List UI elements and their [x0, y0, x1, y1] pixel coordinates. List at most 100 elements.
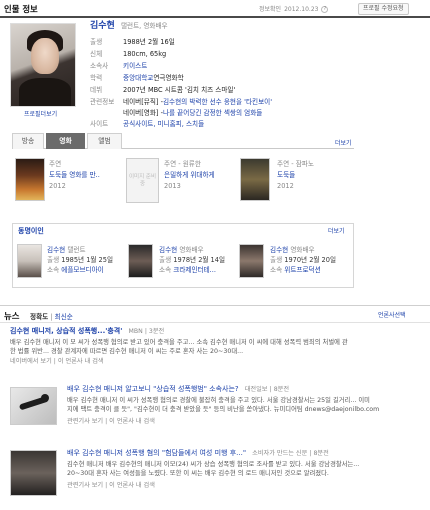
film-title[interactable]: 은밀하게 위대하게 — [164, 171, 242, 179]
related-link[interactable]: 나를 끝어당긴 감정한 섹쌍의 엄화들 — [163, 109, 262, 120]
news-source[interactable]: 소비자가 만드는 신문 — [252, 450, 307, 457]
news-source[interactable]: 대전일보 — [245, 386, 268, 393]
silhouette-head — [41, 394, 49, 402]
news-headline[interactable]: 배우 김수현 매니저 알고보니 "상습적 성폭행범" 소속사는? — [67, 385, 239, 393]
info-label: 소속사 — [90, 62, 109, 70]
person-card: 김수현 영화배우 출생 1970년 2월 20일 소속 위트프로덕션 — [270, 246, 336, 276]
person-birth-label: 출생 — [159, 255, 172, 264]
person-name[interactable]: 김수현 — [270, 246, 288, 254]
film-poster-placeholder[interactable]: 이미지 준비중 — [126, 158, 159, 203]
news-item: 김수현 매니저, 상습적 성폭행...'충격' MBN | 3분전 배우 김수현… — [10, 327, 428, 365]
person-birth: 1970년 2월 20일 — [284, 255, 337, 264]
related-link[interactable]: 김수현의 박력한 선수 웅현을 '타킨보이' — [163, 98, 272, 109]
profile-photo[interactable] — [10, 23, 76, 107]
person-agency-label: 소속 — [47, 265, 60, 274]
sort-latest[interactable]: 최신순 — [55, 313, 73, 321]
section-title-person-info: 인물 정보 — [4, 4, 38, 14]
film-item: 주연 - 잠파노 도둑들 2012 — [277, 160, 347, 191]
school-link[interactable]: 중앙대학교 — [123, 74, 153, 85]
news-headline[interactable]: 김수현 매니저, 상습적 성폭행...'충격' — [10, 327, 122, 335]
news-source[interactable]: MBN — [129, 328, 143, 335]
film-poster[interactable] — [240, 158, 270, 201]
info-row-agency: 소속사 키이스트 — [90, 62, 147, 73]
profile-name[interactable]: 김수현 — [90, 21, 115, 31]
search-in-press-link[interactable]: 이 언론사 내 검색 — [58, 358, 104, 365]
person-agency[interactable]: 크라제인터테... — [173, 266, 216, 274]
news-header-divider — [0, 322, 430, 323]
profile-job: 탤런트, 영화배우 — [120, 22, 168, 30]
info-row-site: 사이트 공식사이트, 미니홈피, 스치들 — [90, 120, 204, 131]
news-top-divider — [0, 305, 430, 306]
person-name[interactable]: 김수현 — [159, 246, 177, 254]
search-in-press-link[interactable]: 이 언론사 내 검색 — [109, 418, 155, 425]
news-snippet-line: 김수현 매니저 배우 김수현의 매니저 이모(24) 씨가 상습 성폭행 혐의로… — [67, 460, 360, 468]
info-label: 신체 — [90, 50, 103, 58]
info-row-body: 신체 180cm, 65kg — [90, 50, 166, 61]
film-year: 2012 — [49, 182, 66, 191]
info-value: 1988년 2월 16일 — [123, 38, 175, 46]
news-headline[interactable]: 배우 김수현 매니저 성폭행 혐의 "험담들에서 여성 미행 후..." — [67, 449, 246, 457]
film-year: 2012 — [277, 182, 294, 191]
film-role: 주연 - 원류한 — [164, 160, 201, 168]
news-time: 3분전 — [148, 328, 165, 335]
press-select-link[interactable]: 언론사선택 — [378, 312, 406, 320]
person-agency-label: 소속 — [159, 265, 172, 274]
news-snippet-line: 배우 김수현 매니저 이 모 씨가 성폭행 혐의로 받고 있어 충격을 주고..… — [10, 338, 348, 346]
same-name-more-link[interactable]: 더보기 — [328, 228, 345, 236]
same-name-title: 동명이인 — [18, 227, 44, 235]
film-item: 주연 - 원류한 은밀하게 위대하게 2013 — [164, 160, 242, 191]
related-articles-link[interactable]: 관련기사 보기 — [67, 482, 103, 489]
profile-more-link[interactable]: 프로필더보기 — [24, 111, 57, 119]
tabs-more-link[interactable]: 더보기 — [335, 140, 352, 148]
person-agency[interactable]: 에플모브디아이 — [61, 266, 103, 274]
face-shape — [31, 38, 59, 74]
person-thumb[interactable] — [128, 244, 153, 278]
news-snippet-line: 한 법률 위반... 경찰 관계자에 따르면 김수현 매니저 이 씨는 주로 혼… — [10, 348, 244, 356]
person-thumb[interactable] — [17, 244, 42, 278]
person-thumb[interactable] — [239, 244, 264, 278]
help-icon[interactable]: ? — [321, 6, 329, 14]
related-prefix: 네이버[영화] - — [123, 109, 163, 117]
profile-name-line: 김수현 탤런트, 영화배우 — [90, 21, 168, 32]
person-card: 김수현 탤런트 출생 1985년 1월 25일 소속 에플모브디아이 — [47, 246, 113, 276]
film-title[interactable]: 도둑들 영화를 만.. — [49, 171, 119, 179]
news-item: 배우 김수현 매니저 알고보니 "상습적 성폭행범" 소속사는? 대전일보 | … — [67, 385, 427, 425]
person-agency-label: 소속 — [270, 265, 283, 274]
tab-movie[interactable]: 영화 — [46, 133, 85, 149]
person-job: 영화배우 — [290, 246, 315, 254]
info-value: 180cm, 65kg — [123, 50, 167, 58]
film-title[interactable]: 도둑들 — [277, 171, 347, 179]
info-value: 2007년 MBC 시트콤 '김치 치즈 스마일' — [123, 86, 236, 94]
news-time: 8분전 — [273, 386, 290, 393]
person-job: 탤런트 — [67, 246, 86, 254]
info-row-related-1: 관련정보 네이버[뮤직] - 김수현의 박력한 선수 웅현을 '타킨보이' — [90, 98, 272, 109]
media-tabbar: 방송 영화 앨범 — [12, 133, 354, 149]
news-title: 뉴스 — [4, 311, 20, 321]
info-label: 데뷔 — [90, 86, 103, 94]
news-thumbnail[interactable] — [10, 387, 57, 425]
info-row-education: 학력 중앙대학교 연극영화학 — [90, 74, 184, 85]
sort-accuracy[interactable]: 정확도 — [30, 313, 48, 321]
person-agency[interactable]: 위트프로덕션 — [284, 266, 320, 274]
film-poster[interactable] — [15, 158, 45, 201]
search-in-press-link[interactable]: 이 언론사 내 검색 — [109, 482, 155, 489]
related-articles-link[interactable]: 관련기사 보기 — [67, 418, 103, 425]
tab-broadcast[interactable]: 방송 — [12, 133, 44, 149]
info-label: 사이트 — [90, 120, 109, 128]
person-birth: 1985년 1월 25일 — [61, 255, 114, 264]
info-check-label: 정보확인 — [259, 6, 282, 13]
person-card: 김수현 영화배우 출생 1978년 2월 14일 소속 크라제인터테... — [159, 246, 225, 276]
tab-album[interactable]: 앨범 — [87, 133, 122, 149]
person-birth: 1978년 2월 14일 — [173, 255, 226, 264]
site-links[interactable]: 공식사이트, 미니홈피, 스치들 — [123, 120, 204, 131]
profile-edit-request-button[interactable]: 프로필 수정요청 — [358, 3, 409, 15]
news-thumbnail[interactable] — [10, 450, 57, 496]
header-divider — [0, 16, 430, 18]
film-role: 주연 — [49, 160, 62, 168]
view-on-naver-link[interactable]: 네이버에서 보기 — [10, 358, 52, 365]
info-row-birth: 출생 1988년 2월 16일 — [90, 38, 175, 49]
news-item: 배우 김수현 매니저 성폭행 혐의 "험담들에서 여성 미행 후..." 소비자… — [67, 449, 427, 489]
person-name[interactable]: 김수현 — [47, 246, 65, 254]
agency-link[interactable]: 키이스트 — [123, 62, 147, 73]
info-value: 연극영화학 — [153, 74, 184, 82]
